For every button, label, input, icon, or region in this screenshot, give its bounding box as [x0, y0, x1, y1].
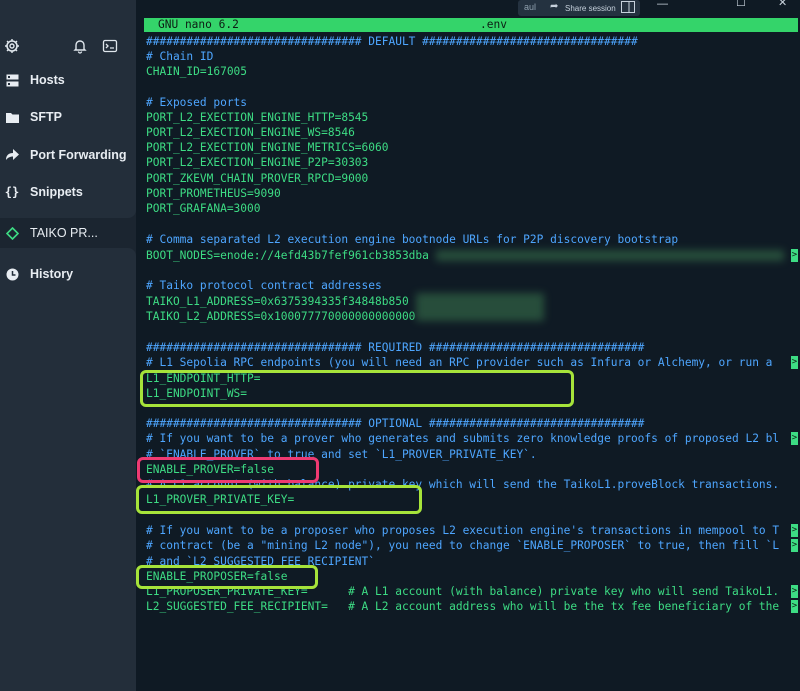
line-continues-indicator: > [791, 356, 798, 369]
line-continues-indicator: > [791, 600, 798, 613]
terminal-icon[interactable] [102, 38, 118, 59]
editor-line: ################################ REQUIRE… [146, 341, 645, 354]
connection-icon [5, 226, 19, 240]
editor-line: # If you want to be a proposer who propo… [146, 524, 780, 537]
split-view-icon[interactable] [621, 1, 635, 15]
editor-line: PORT_GRAFANA=3000 [146, 202, 261, 215]
editor-line: CHAIN_ID=167005 [146, 65, 248, 78]
editor-line: BOOT_NODES=enode://4efd43b7fef961cb3853d… [146, 249, 429, 262]
sidebar-item-history[interactable]: History [0, 262, 136, 286]
terminal-pane[interactable]: GNU nano 6.2 .env ######################… [136, 0, 800, 691]
close-icon[interactable]: ✕ [778, 0, 787, 9]
sidebar-item-label: Snippets [30, 185, 83, 199]
editor-line: ################################ OPTIONA… [146, 417, 645, 430]
sidebar-item-sftp[interactable]: SFTP [0, 105, 136, 129]
sidebar-item-label: SFTP [30, 110, 62, 124]
editor-line: TAIKO_L1_ADDRESS=0x6375394335f34848b850 [146, 295, 409, 308]
line-continues-indicator: > [791, 249, 798, 262]
folder-icon [5, 110, 19, 124]
sidebar-toolbar [0, 38, 136, 58]
hosts-icon [5, 73, 19, 87]
share-icon: ➦ [550, 1, 559, 12]
editor-line: PORT_L2_EXECTION_ENGINE_METRICS=6060 [146, 141, 389, 154]
editor-line: # L1 Sepolia RPC endpoints (you will nee… [146, 356, 773, 369]
highlight-enable-prover [137, 457, 319, 483]
sidebar: Hosts SFTP Port Forwarding {} Snippets T… [0, 0, 136, 691]
editor-line: TAIKO_L2_ADDRESS=0x100077770000000000000 [146, 310, 416, 323]
editor-line: # Chain ID [146, 50, 214, 63]
clock-icon [5, 267, 19, 281]
editor-line: L2_SUGGESTED_FEE_RECIPIENT= # A L2 accou… [146, 600, 780, 613]
editor-line: PORT_L2_EXECTION_ENGINE_P2P=30303 [146, 156, 369, 169]
editor-line: PORT_ZKEVM_CHAIN_PROVER_RPCD=9000 [146, 172, 369, 185]
redacted-region [436, 250, 784, 261]
editor-line: # If you want to be a prover who generat… [146, 432, 780, 445]
forward-icon [5, 148, 19, 162]
sidebar-bottom-panel [0, 248, 136, 691]
nano-filename: .env [480, 18, 507, 31]
line-continues-indicator: > [791, 585, 798, 598]
editor-line: # Comma separated L2 execution engine bo… [146, 233, 679, 246]
editor-line: # Taiko protocol contract addresses [146, 279, 382, 292]
sidebar-item-snippets[interactable]: {} Snippets [0, 180, 136, 204]
redacted-region [416, 293, 544, 321]
sidebar-item-hosts[interactable]: Hosts [0, 68, 136, 92]
nano-titlebar: GNU nano 6.2 .env [144, 18, 798, 32]
sidebar-item-label: Hosts [30, 73, 65, 87]
minimize-icon[interactable]: — [657, 0, 668, 10]
sidebar-item-label: TAIKO PR... [30, 226, 98, 240]
sidebar-item-label: Port Forwarding [30, 148, 127, 162]
line-continues-indicator: > [791, 524, 798, 537]
maximize-icon[interactable]: ☐ [736, 0, 746, 9]
editor-line: PORT_L2_EXECTION_ENGINE_HTTP=8545 [146, 111, 369, 124]
share-session-widget[interactable]: aul ➦ Share session [518, 0, 640, 16]
sidebar-item-label: History [30, 267, 74, 281]
highlight-l1-endpoints [140, 370, 574, 407]
line-continues-indicator: > [791, 539, 798, 552]
editor-line: # contract (be a "mining L2 node"), you … [146, 539, 780, 552]
share-session-label: Share session [565, 4, 616, 13]
gear-icon[interactable] [4, 38, 20, 59]
highlight-enable-proposer [136, 565, 318, 589]
sidebar-item-port-forwarding[interactable]: Port Forwarding [0, 143, 136, 167]
bell-icon[interactable] [72, 38, 88, 59]
line-continues-indicator: > [791, 432, 798, 445]
editor-line: ################################ DEFAULT… [146, 35, 638, 48]
editor-line: PORT_PROMETHEUS=9090 [146, 187, 281, 200]
sidebar-item-taiko[interactable]: TAIKO PR... [0, 221, 136, 245]
editor-line: # Exposed ports [146, 96, 248, 109]
nano-app-name: GNU nano 6.2 [158, 18, 239, 31]
editor-line: PORT_L2_EXECTION_ENGINE_WS=8546 [146, 126, 355, 139]
highlight-prover-private-key [136, 485, 422, 514]
braces-icon: {} [4, 185, 20, 199]
share-input[interactable]: aul [524, 2, 536, 12]
